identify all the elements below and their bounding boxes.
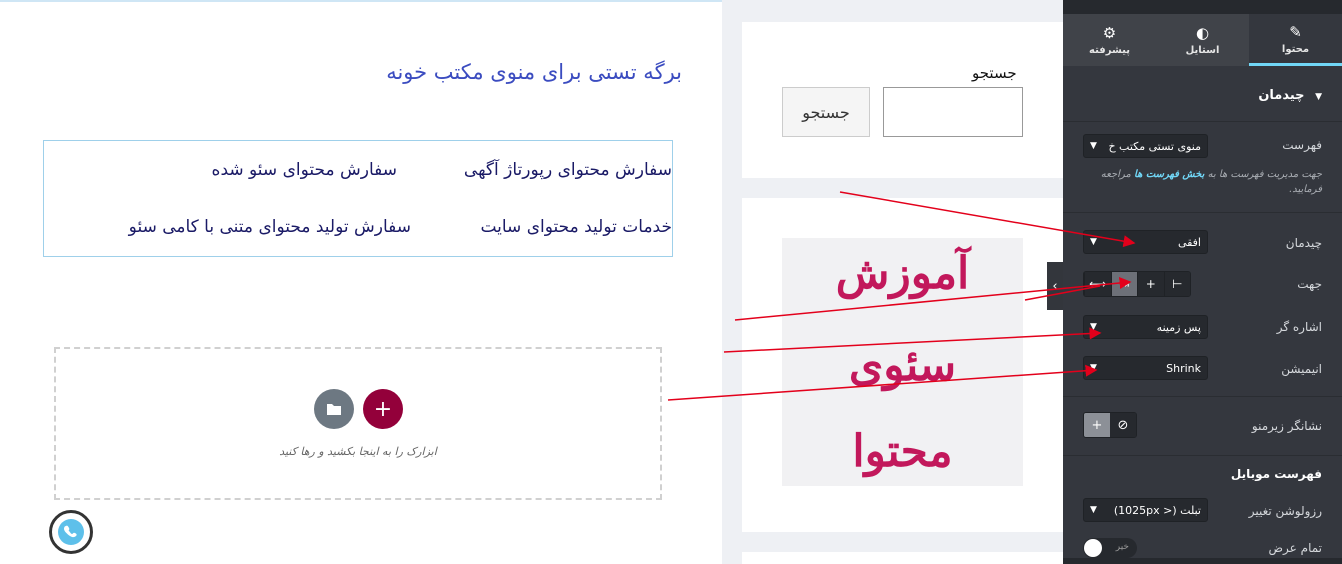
- animation-select[interactable]: Shrink ▼: [1083, 356, 1208, 380]
- menu-label: فهرست: [1282, 138, 1322, 152]
- menu-select[interactable]: منوی تستی مکتب خ ▼: [1083, 134, 1208, 158]
- direction-control: ⟷ ⇥ + ⊢: [1083, 271, 1191, 297]
- switch-knob: [1084, 539, 1102, 557]
- tab-content-label: محتوا: [1281, 43, 1310, 55]
- chevron-down-icon: ▼: [1090, 237, 1097, 247]
- mobile-menu-heading: فهرست موبایل: [1230, 467, 1322, 481]
- animation-label: انیمیشن: [1281, 362, 1322, 376]
- full-width-switch[interactable]: خیر: [1083, 538, 1137, 558]
- chevron-down-icon: ▼: [1090, 363, 1097, 373]
- nav-menu-widget[interactable]: [43, 140, 673, 257]
- collapse-panel-button[interactable]: ‹: [1047, 262, 1063, 310]
- chevron-down-icon: ▼: [1090, 505, 1097, 515]
- pointer-label: اشاره گر: [1276, 320, 1322, 334]
- submenu-indicator-control: + ⊘: [1083, 412, 1137, 438]
- panel-footer: [1063, 558, 1342, 564]
- tab-content[interactable]: ✎ محتوا: [1249, 14, 1342, 66]
- align-left-icon[interactable]: ⊢: [1163, 272, 1190, 296]
- menu-item-seo-content[interactable]: سفارش محتوای سئو شده: [212, 160, 397, 180]
- chevron-down-icon: ▼: [1090, 141, 1097, 151]
- layout-label: چیدمان: [1285, 236, 1322, 250]
- divider: [1063, 396, 1342, 397]
- banner-line-1: آموزش: [835, 248, 970, 299]
- full-width-label: تمام عرض: [1268, 541, 1322, 555]
- contrast-icon: ◐: [1195, 24, 1210, 42]
- search-input[interactable]: [883, 87, 1023, 137]
- tab-advanced-label: پیشرفته: [1089, 45, 1130, 56]
- section-layout-header[interactable]: ▼ چیدمان: [1258, 88, 1322, 103]
- direction-label: جهت: [1297, 277, 1322, 291]
- add-section-button[interactable]: +: [363, 389, 403, 429]
- align-justify-icon[interactable]: ⟷: [1084, 272, 1111, 296]
- menus-link[interactable]: بخش فهرست ها: [1134, 169, 1204, 180]
- align-right-icon[interactable]: ⇥: [1110, 272, 1137, 296]
- align-center-icon[interactable]: +: [1137, 272, 1164, 296]
- layout-select[interactable]: افقی ▼: [1083, 230, 1208, 254]
- pointer-select[interactable]: پس زمینه ▼: [1083, 315, 1208, 339]
- menu-item-reportage[interactable]: سفارش محتوای رپورتاژ آگهی: [464, 160, 672, 180]
- menu-item-content-services[interactable]: خدمات تولید محتوای سایت: [480, 217, 672, 237]
- divider: [1063, 121, 1342, 122]
- search-label: جستجو: [972, 64, 1017, 82]
- divider: [1063, 455, 1342, 456]
- menu-item-text-content[interactable]: سفارش تولید محتوای متنی با کامی سئو: [129, 217, 411, 237]
- section-layout-title: چیدمان: [1258, 88, 1305, 103]
- panel-tabs: ⚙ پیشرفته ◐ استایل ✎ محتوا: [1063, 14, 1342, 66]
- tab-style-label: استایل: [1185, 45, 1220, 56]
- plus-icon[interactable]: +: [1084, 413, 1110, 437]
- breakpoint-label: رزولوشن تغییر: [1248, 504, 1322, 518]
- tab-advanced[interactable]: ⚙ پیشرفته: [1063, 14, 1156, 66]
- divider: [1063, 212, 1342, 213]
- gear-icon: ⚙: [1102, 24, 1117, 42]
- banner-line-3: محتوا: [852, 426, 953, 477]
- page-title: برگه تستی برای منوی مکتب خونه: [386, 60, 682, 84]
- switch-off-label: خیر: [1115, 542, 1129, 552]
- pencil-icon: ✎: [1289, 22, 1302, 41]
- breakpoint-select-value: تبلت (< 1025px): [1113, 503, 1201, 517]
- chevron-down-icon: ▼: [1090, 322, 1097, 332]
- next-widget: [742, 552, 1063, 564]
- breakpoint-select[interactable]: تبلت (< 1025px) ▼: [1083, 498, 1208, 522]
- search-button[interactable]: جستجو: [782, 87, 870, 137]
- banner-line-2: سئوی: [848, 340, 957, 391]
- drop-zone[interactable]: + ابزارک را به اینجا بکشید و رها کنید: [54, 347, 662, 500]
- caret-down-icon: ▼: [1315, 92, 1322, 102]
- submenu-indicator-label: نشانگر زیرمنو: [1251, 419, 1322, 433]
- help-prefix: جهت مدیریت فهرست ها به: [1207, 169, 1322, 180]
- folder-icon[interactable]: [314, 389, 354, 429]
- drop-zone-hint: ابزارک را به اینجا بکشید و رها کنید: [279, 445, 437, 458]
- animation-select-value: Shrink: [1166, 361, 1201, 375]
- panel-header: [1063, 0, 1342, 14]
- pointer-select-value: پس زمینه: [1156, 320, 1201, 334]
- none-icon[interactable]: ⊘: [1110, 413, 1136, 437]
- layout-select-value: افقی: [1177, 235, 1201, 249]
- menu-select-value: منوی تستی مکتب خ: [1108, 139, 1201, 153]
- tab-style[interactable]: ◐ استایل: [1156, 14, 1249, 66]
- whatsapp-icon[interactable]: [49, 510, 93, 554]
- menu-help-text: جهت مدیریت فهرست ها به بخش فهرست ها مراج…: [1083, 167, 1322, 197]
